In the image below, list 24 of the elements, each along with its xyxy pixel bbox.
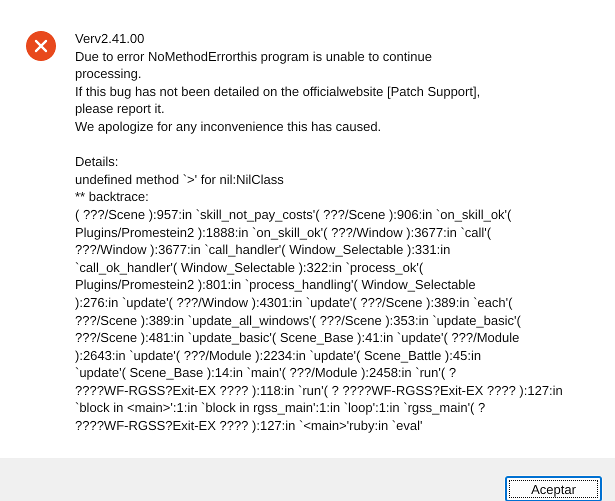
details-line: Plugins/Promestein2 ):1888:in `on_skill_ok'( ???/Window ):3677:in `call'( (75, 224, 492, 242)
details-line: ):2643:in `update'( ???/Module ):2234:in `update'( Scene_Battle ):45:in (75, 346, 482, 364)
message-line: please report it. (75, 100, 166, 118)
details-line: `update'( Scene_Base ):14:in `main'( ???/Module ):2458:in `run'( ? (75, 364, 458, 382)
details-line: Details: (75, 153, 120, 171)
message-line: Due to error NoMethodErrorthis program is unable to continue (75, 48, 433, 66)
message-line: processing. (75, 65, 142, 83)
details-line: `block in <main>':1:in `block in rgss_main':1:in `loop':1:in `rgss_main'( ? (75, 399, 486, 418)
message-line: If this bug has not been detailed on the officialwebsite [Patch Support], (75, 82, 482, 100)
message-line: We apologize for any inconvenience this has caused. (75, 118, 382, 136)
details-line: ** backtrace: (75, 188, 150, 206)
details-line: undefined method `>' for nil:NilClass (75, 170, 285, 188)
details-line: Plugins/Promestein2 ):801:in `process_handling'( Window_Selectable (75, 276, 477, 294)
details-line: ???/Scene ):389:in `update_all_windows'( ???/Scene ):353:in `update_basic'( (75, 312, 522, 330)
details-line: ???/Window ):3677:in `call_handler'( Window_Selectable ):331:in (75, 241, 452, 259)
details-line: `call_ok_handler'( Window_Selectable ):322:in `process_ok'( (75, 258, 424, 276)
details-line: ????WF-RGSS?Exit-EX ???? ):118:in `run'( ? ????WF-RGSS?Exit-EX ???? ):127:in (75, 382, 563, 400)
accept-button[interactable]: Aceptar (505, 476, 602, 501)
details-line: ):276:in `update'( ???/Window ):4301:in `update'( ???/Scene ):389:in `each'( (75, 294, 514, 312)
details-line: ( ???/Scene ):957:in `skill_not_pay_costs'( ???/Scene ):906:in `on_skill_ok'( (75, 206, 512, 224)
message-line: Verv2.41.00 (75, 30, 146, 48)
details-line: ???/Scene ):481:in `update_basic'( Scene_Base ):41:in `update'( ???/Module (75, 329, 520, 347)
error-icon (25, 30, 57, 62)
details-line: ????WF-RGSS?Exit-EX ???? ):127:in `<main>'ruby:in `eval' (75, 417, 424, 435)
